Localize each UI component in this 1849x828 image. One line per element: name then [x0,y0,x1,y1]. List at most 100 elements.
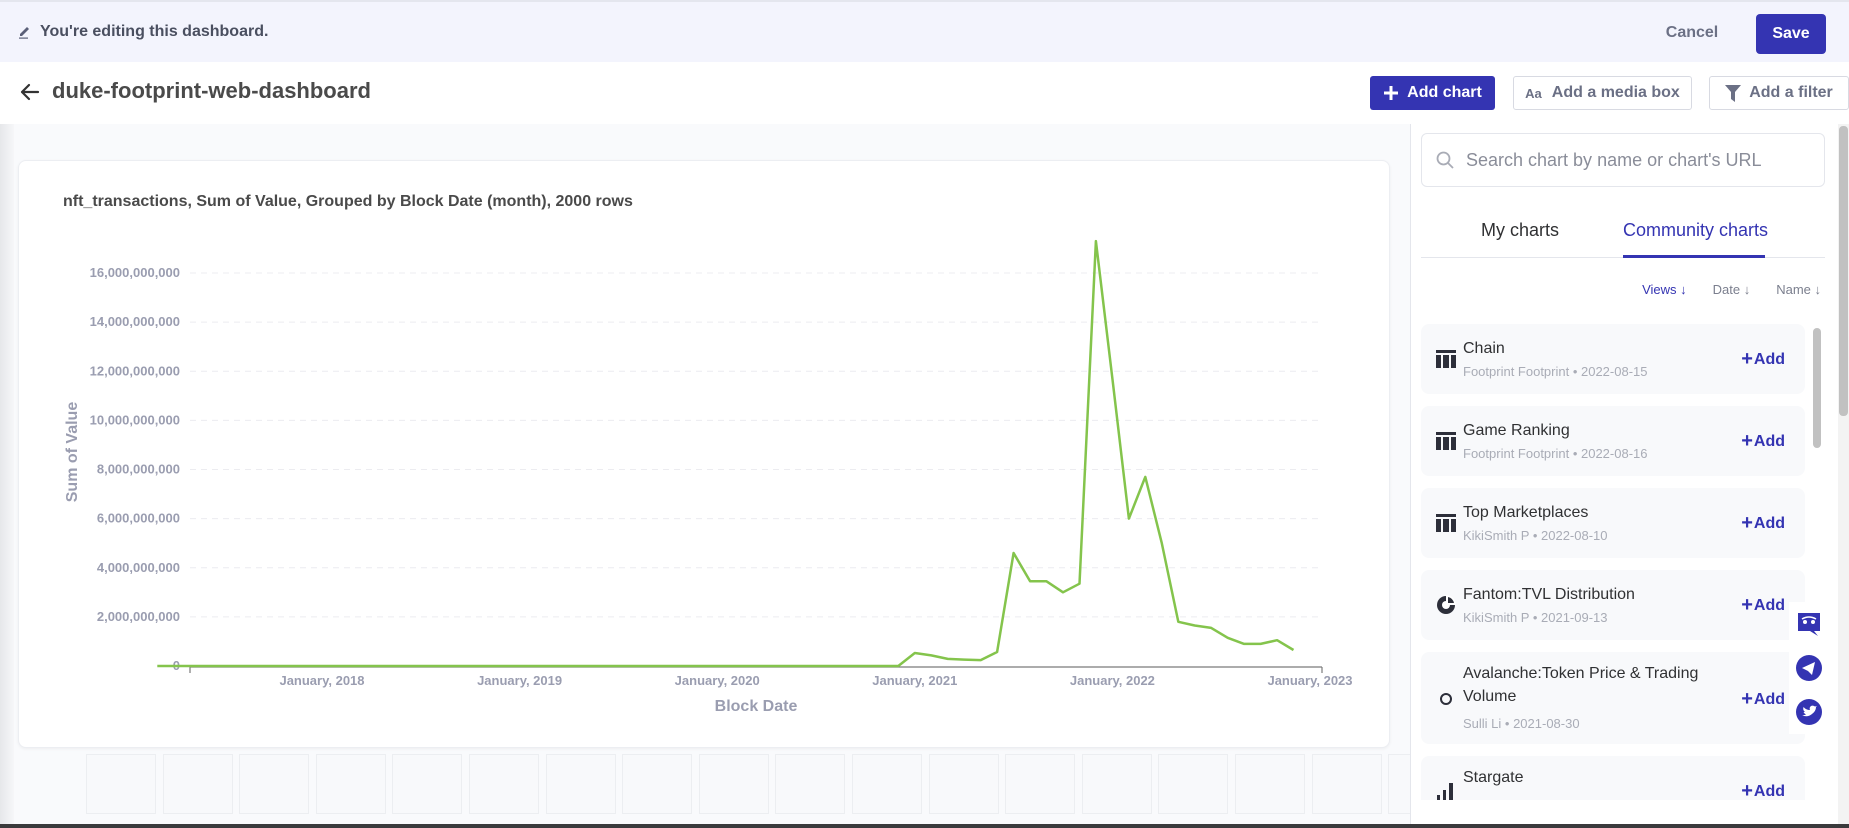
y-tick-label: 10,000,000,000 [90,412,180,427]
add-filter-label: Add a filter [1749,84,1833,101]
dashboard-canvas: nft_transactions, Sum of Value, Grouped … [14,124,1459,824]
add-chart-item-button[interactable]: + Add [1741,594,1785,617]
chart-list-item[interactable]: Game Ranking Footprint Footprint • 2022-… [1421,406,1805,476]
x-tick-label: January, 2021 [872,673,957,688]
chart-name: Top Marketplaces [1463,504,1589,521]
table-icon [1435,512,1457,534]
dashboard-grid-placeholder [18,754,1459,824]
y-tick-label: 4,000,000,000 [97,560,180,575]
save-button[interactable]: Save [1756,14,1826,54]
grid-cell [315,754,386,814]
chart-list-item[interactable]: Fantom:TVL Distribution KikiSmith P • 20… [1421,570,1805,640]
x-tick-label: January, 2023 [1267,673,1352,688]
chart-meta: Sulli Li • 2021-08-30 [1463,716,1580,731]
x-tick-label: January, 2019 [477,673,562,688]
plus-icon: + [1741,348,1753,370]
table-icon [1435,348,1457,370]
grid-cell [239,754,310,814]
circle-icon [1435,688,1457,710]
grid-cell [852,754,922,814]
add-chart-label: Add chart [1407,84,1482,101]
chart-list-item[interactable]: Top Marketplaces KikiSmith P • 2022-08-1… [1421,488,1805,558]
x-tick-label: January, 2020 [675,673,760,688]
grid-cell [162,754,233,814]
chart-meta: KikiSmith P • 2022-08-10 [1463,528,1608,543]
grid-cell [1081,754,1152,814]
add-media-box-label: Add a media box [1551,84,1680,101]
sort-views[interactable]: Views ↓ [1642,282,1687,297]
add-chart-panel: My charts Community charts Views ↓ Date … [1410,124,1839,824]
edit-mode-message: You're editing this dashboard. [18,23,268,41]
grid-cell [928,754,999,814]
dashboard-title: duke-footprint-web-dashboard [52,78,371,103]
telegram-icon[interactable] [1795,654,1823,682]
x-tick-label: January, 2022 [1070,673,1155,688]
add-chart-item-button[interactable]: + Add [1741,780,1785,800]
grid-cell [622,754,693,814]
search-icon [1436,151,1454,169]
chart-search-box[interactable] [1421,133,1825,187]
sort-date[interactable]: Date ↓ [1713,282,1751,297]
chart-meta: Footprint Footprint • 2022-08-15 [1463,364,1648,379]
chart-search-input[interactable] [1466,149,1806,171]
add-chart-button[interactable]: Add chart [1370,76,1495,110]
page-scrollbar[interactable] [1839,126,1848,416]
chart-name: Chain [1463,340,1505,357]
funnel-icon [1725,84,1742,102]
text-format-icon: Aa [1525,85,1542,101]
back-arrow-icon[interactable] [16,78,44,106]
community-chart-list: Chain Footprint Footprint • 2022-08-15 +… [1421,324,1811,800]
edit-mode-text: You're editing this dashboard. [40,23,269,40]
grid-cell [1311,754,1382,814]
y-tick-label: 2,000,000,000 [97,609,180,624]
y-tick-label: 6,000,000,000 [97,511,180,526]
tab-community-charts[interactable]: Community charts [1623,220,1768,241]
grid-cell [392,754,463,814]
sort-options: Views ↓ Date ↓ Name ↓ [1642,282,1821,297]
y-tick-label: 14,000,000,000 [90,314,180,329]
grid-cell [698,754,769,814]
edit-mode-bar: You're editing this dashboard. Cancel Sa… [0,0,1849,62]
twitter-icon[interactable] [1795,698,1823,726]
chart-name: Fantom:TVL Distribution [1463,586,1635,603]
add-chart-item-button[interactable]: + Add [1741,512,1785,535]
y-tick-label: 16,000,000,000 [90,265,180,280]
line-chart: 02,000,000,0004,000,000,0006,000,000,000… [64,239,1353,715]
chart-card[interactable]: nft_transactions, Sum of Value, Grouped … [18,160,1390,748]
table-icon [1435,430,1457,452]
plus-icon: + [1741,512,1753,534]
chart-source-tabs: My charts Community charts [1421,206,1825,258]
chart-list-item[interactable]: Stargate + Add [1421,756,1805,800]
add-chart-item-button[interactable]: + Add [1741,430,1785,453]
plus-icon: + [1741,594,1753,616]
pencil-icon [19,27,29,39]
left-shade [0,124,14,824]
grid-cell [469,754,539,814]
add-media-box-button[interactable]: Aa Add a media box [1513,76,1692,110]
bar-chart-icon [1435,780,1457,800]
y-axis-title: Sum of Value [64,402,81,503]
grid-cell [775,754,846,814]
discord-icon[interactable] [1795,610,1823,638]
y-tick-label: 12,000,000,000 [90,363,180,378]
sort-name[interactable]: Name ↓ [1776,282,1821,297]
x-tick-label: January, 2018 [279,673,364,688]
bottom-bar [0,824,1849,828]
chart-name: Stargate [1463,769,1524,786]
add-chart-item-button[interactable]: + Add [1741,348,1785,371]
add-chart-item-button[interactable]: + Add [1741,688,1785,711]
chart-list-item[interactable]: Avalanche:Token Price & Trading Volume S… [1421,652,1805,744]
tab-my-charts[interactable]: My charts [1481,220,1559,241]
chart-meta: Footprint Footprint • 2022-08-16 [1463,446,1648,461]
plus-icon: + [1741,780,1753,800]
cancel-button[interactable]: Cancel [1646,14,1738,52]
y-tick-label: 8,000,000,000 [97,462,180,477]
plus-icon [1383,85,1399,101]
list-scrollbar[interactable] [1813,328,1821,448]
chart-name: Avalanche:Token Price & Trading Volume [1463,665,1699,705]
chart-meta: KikiSmith P • 2021-09-13 [1463,610,1608,625]
series-line-sum-of-value [157,239,1295,668]
add-filter-button[interactable]: Add a filter [1709,76,1849,110]
grid-cell [86,754,156,814]
chart-list-item[interactable]: Chain Footprint Footprint • 2022-08-15 +… [1421,324,1805,394]
